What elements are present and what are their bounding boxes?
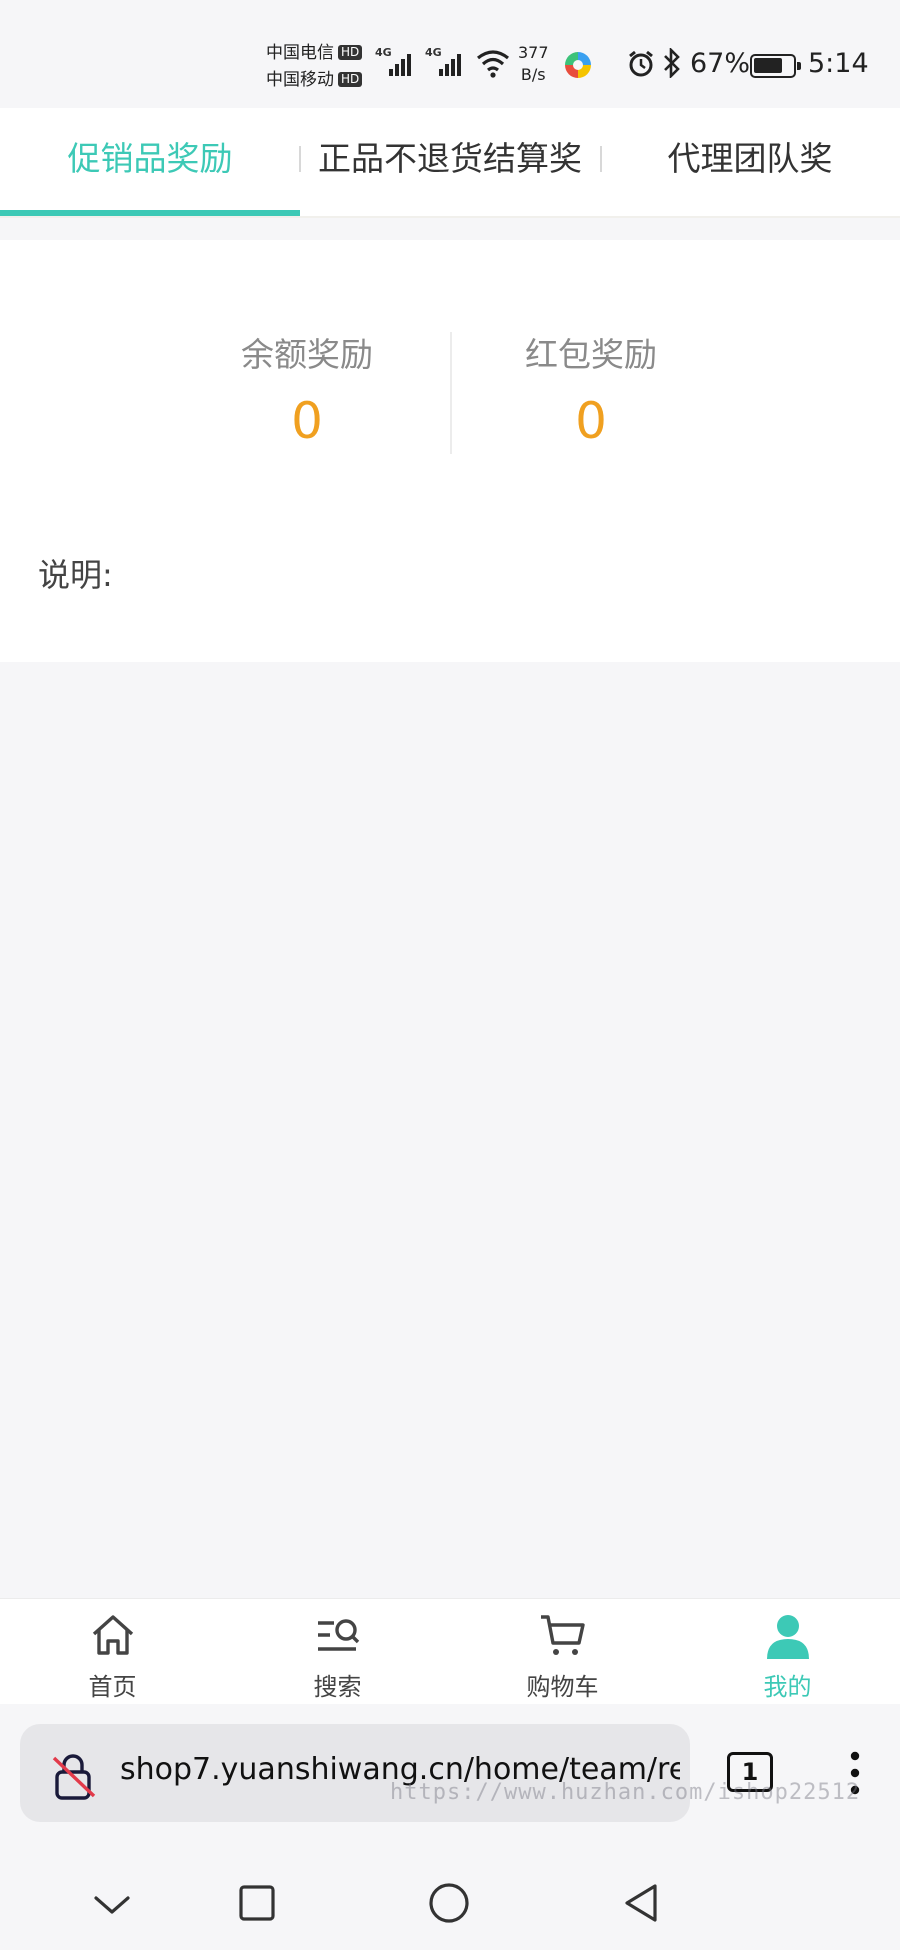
battery-percent: 67% <box>690 48 751 79</box>
tab-label: 促销品奖励 <box>67 139 233 178</box>
alarm-icon <box>629 50 653 77</box>
nav-label: 首页 <box>88 1673 137 1701</box>
carrier-info: 中国电信 HD 中国移动 HD <box>266 40 363 94</box>
chevron-down-icon[interactable] <box>92 1894 132 1918</box>
insecure-lock-icon <box>52 1754 96 1800</box>
nav-label: 我的 <box>763 1673 812 1701</box>
search-icon <box>317 1619 359 1651</box>
hd-badge: HD <box>338 45 363 60</box>
tab-label: 代理团队奖 <box>667 139 833 178</box>
recent-apps-icon[interactable] <box>238 1884 276 1922</box>
balance-reward: 余额奖励 0 <box>197 328 417 450</box>
wifi-icon <box>477 50 509 78</box>
balance-reward-value: 0 <box>291 392 323 450</box>
tab-settlement-reward[interactable]: 正品不退货结算奖 <box>300 108 600 216</box>
watermark: https://www.huzhan.com/ishop22512 <box>390 1780 861 1805</box>
nav-cart[interactable]: 购物车 <box>450 1599 675 1704</box>
clock: 5:14 <box>808 48 869 79</box>
red-packet-reward-value: 0 <box>575 392 607 450</box>
reward-tabs: 促销品奖励 正品不退货结算奖 代理团队奖 <box>0 108 900 218</box>
carrier-1: 中国电信 <box>266 43 334 63</box>
tab-divider <box>299 146 301 172</box>
back-icon[interactable] <box>622 1882 660 1924</box>
carrier-2: 中国移动 <box>266 70 334 90</box>
nav-label: 购物车 <box>526 1673 599 1701</box>
battery-icon <box>750 54 801 78</box>
system-navigation-bar <box>0 1854 900 1950</box>
reward-summary-card: 余额奖励 0 红包奖励 0 说明: <box>0 240 900 662</box>
nav-profile[interactable]: 我的 <box>675 1599 900 1704</box>
bluetooth-icon <box>664 48 680 78</box>
bottom-nav: 首页 搜索 购物车 我的 <box>0 1598 900 1704</box>
status-bar: 中国电信 HD 中国移动 HD 4G 4G 377 B/s 67% 5:14 <box>0 0 900 108</box>
hd-badge: HD <box>338 72 363 87</box>
tab-divider <box>600 146 602 172</box>
red-packet-reward-label: 红包奖励 <box>525 335 657 374</box>
network-speed: 377 B/s <box>518 43 549 84</box>
cart-icon <box>540 1615 585 1655</box>
tab-label: 正品不退货结算奖 <box>318 139 582 178</box>
browser-toolbar: shop7.yuanshiwang.cn/home/team/rew 1 htt… <box>0 1706 900 1950</box>
address-bar[interactable]: shop7.yuanshiwang.cn/home/team/rew <box>20 1724 690 1822</box>
balance-reward-label: 余额奖励 <box>241 335 373 374</box>
note-label: 说明: <box>38 556 113 594</box>
home-icon <box>92 1615 133 1655</box>
app-notification-icon <box>565 52 591 78</box>
red-packet-reward: 红包奖励 0 <box>481 328 701 450</box>
nav-search[interactable]: 搜索 <box>225 1599 450 1704</box>
nav-label: 搜索 <box>313 1673 362 1701</box>
tab-agent-team-reward[interactable]: 代理团队奖 <box>600 108 900 216</box>
home-button-icon[interactable] <box>428 1882 470 1924</box>
reward-divider <box>450 332 452 454</box>
user-icon <box>766 1615 809 1659</box>
nav-home[interactable]: 首页 <box>0 1599 225 1704</box>
tab-promo-reward[interactable]: 促销品奖励 <box>0 108 300 216</box>
active-tab-indicator <box>0 210 300 216</box>
